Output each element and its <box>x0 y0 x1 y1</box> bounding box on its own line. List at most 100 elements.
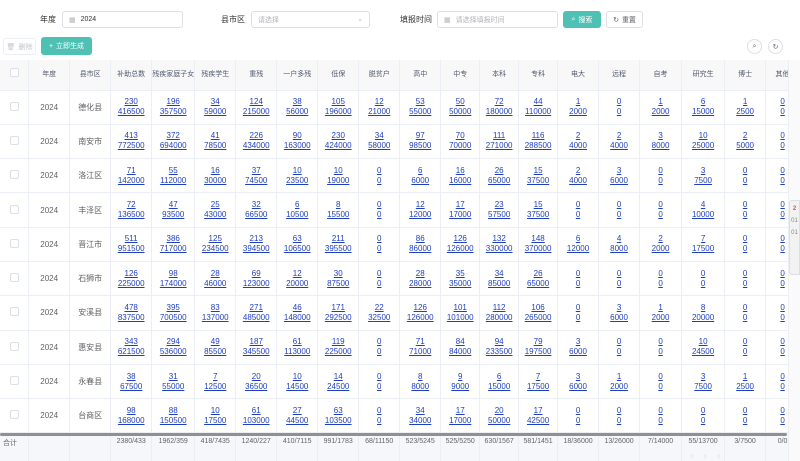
count-link[interactable]: 226 <box>236 131 276 141</box>
amount-link[interactable]: 0 <box>359 279 399 289</box>
count-link[interactable]: 26 <box>480 166 517 176</box>
count-link[interactable]: 46 <box>277 303 317 313</box>
amount-link[interactable]: 163000 <box>277 141 317 151</box>
amount-link[interactable]: 2000 <box>640 244 681 254</box>
count-link[interactable]: 84 <box>441 337 478 347</box>
amount-link[interactable]: 30000 <box>195 176 235 186</box>
count-link[interactable]: 0 <box>766 372 788 382</box>
count-link[interactable]: 0 <box>640 269 681 279</box>
amount-link[interactable]: 136500 <box>111 210 151 220</box>
amount-link[interactable]: 103000 <box>236 416 276 426</box>
amount-link[interactable]: 234500 <box>195 244 235 254</box>
amount-link[interactable]: 7500 <box>682 176 724 186</box>
count-link[interactable]: 372 <box>152 131 194 141</box>
amount-link[interactable]: 837500 <box>111 313 151 323</box>
count-link[interactable]: 63 <box>277 234 317 244</box>
count-link[interactable]: 20 <box>480 406 517 416</box>
count-link[interactable]: 0 <box>359 200 399 210</box>
count-link[interactable]: 1 <box>640 97 681 107</box>
amount-link[interactable]: 67500 <box>111 382 151 392</box>
count-link[interactable]: 196 <box>152 97 194 107</box>
count-link[interactable]: 271 <box>236 303 276 313</box>
amount-link[interactable]: 42500 <box>519 416 556 426</box>
amount-link[interactable]: 12500 <box>195 382 235 392</box>
count-link[interactable]: 72 <box>111 200 151 210</box>
amount-link[interactable]: 126000 <box>400 313 440 323</box>
table-row[interactable]: 2024 台商区 98 168000 88 150500 10 17500 61 103000 27… <box>0 398 788 434</box>
count-link[interactable]: 49 <box>195 337 235 347</box>
row-checkbox[interactable] <box>9 170 19 180</box>
amount-link[interactable]: 59000 <box>195 107 235 117</box>
table-row[interactable]: 2024 晋江市 511 951500 386 717000 125 234500 213 394… <box>0 227 788 262</box>
count-link[interactable]: 90 <box>277 131 317 141</box>
count-link[interactable]: 8 <box>318 200 358 210</box>
amount-link[interactable]: 0 <box>558 313 598 323</box>
count-link[interactable]: 0 <box>359 166 399 176</box>
count-link[interactable]: 3 <box>599 303 639 313</box>
amount-link[interactable]: 0 <box>359 347 399 357</box>
amount-link[interactable]: 0 <box>766 244 788 254</box>
amount-link[interactable]: 0 <box>640 382 681 392</box>
amount-link[interactable]: 395500 <box>318 244 358 254</box>
select-all-checkbox[interactable] <box>9 68 19 78</box>
amount-link[interactable]: 126000 <box>441 244 478 254</box>
count-link[interactable]: 35 <box>441 269 478 279</box>
amount-link[interactable]: 225000 <box>111 279 151 289</box>
count-link[interactable]: 38 <box>277 97 317 107</box>
amount-link[interactable]: 0 <box>640 347 681 357</box>
count-link[interactable]: 0 <box>599 97 639 107</box>
count-link[interactable]: 0 <box>725 337 765 347</box>
amount-link[interactable]: 0 <box>766 382 788 392</box>
amount-link[interactable]: 0 <box>682 416 724 426</box>
count-link[interactable]: 98 <box>111 406 151 416</box>
amount-link[interactable]: 0 <box>725 244 765 254</box>
amount-link[interactable]: 58000 <box>359 141 399 151</box>
count-link[interactable]: 395 <box>152 303 194 313</box>
count-link[interactable]: 12 <box>359 97 399 107</box>
count-link[interactable]: 230 <box>111 97 151 107</box>
amount-link[interactable]: 19000 <box>318 176 358 186</box>
generate-button[interactable]: + 立即生成 <box>41 37 92 55</box>
count-link[interactable]: 12 <box>400 200 440 210</box>
count-link[interactable]: 20 <box>236 372 276 382</box>
count-link[interactable]: 0 <box>682 269 724 279</box>
count-link[interactable]: 41 <box>195 131 235 141</box>
count-link[interactable]: 6 <box>480 372 517 382</box>
amount-link[interactable]: 85500 <box>195 347 235 357</box>
amount-link[interactable]: 4000 <box>558 141 598 151</box>
count-link[interactable]: 119 <box>318 337 358 347</box>
count-link[interactable]: 3 <box>682 166 724 176</box>
count-link[interactable]: 1 <box>558 97 598 107</box>
amount-link[interactable]: 10000 <box>682 210 724 220</box>
amount-link[interactable]: 9000 <box>441 382 478 392</box>
amount-link[interactable]: 536000 <box>152 347 194 357</box>
count-link[interactable]: 2 <box>558 166 598 176</box>
amount-link[interactable]: 0 <box>558 416 598 426</box>
count-link[interactable]: 10 <box>682 337 724 347</box>
count-link[interactable]: 0 <box>725 234 765 244</box>
amount-link[interactable]: 265000 <box>519 313 556 323</box>
amount-link[interactable]: 345500 <box>236 347 276 357</box>
count-link[interactable]: 171 <box>318 303 358 313</box>
amount-link[interactable]: 0 <box>599 416 639 426</box>
count-link[interactable]: 511 <box>111 234 151 244</box>
report-time-picker[interactable]: ▦ 请选择填报时间 <box>437 11 558 28</box>
count-link[interactable]: 47 <box>152 200 194 210</box>
amount-link[interactable]: 0 <box>359 176 399 186</box>
row-checkbox[interactable] <box>9 341 19 351</box>
count-link[interactable]: 14 <box>318 372 358 382</box>
count-link[interactable]: 88 <box>152 406 194 416</box>
count-link[interactable]: 6 <box>277 200 317 210</box>
count-link[interactable]: 2 <box>725 131 765 141</box>
count-link[interactable]: 478 <box>111 303 151 313</box>
amount-link[interactable]: 37500 <box>519 176 556 186</box>
floating-side-widget[interactable]: 2 01 01 <box>789 200 800 275</box>
count-link[interactable]: 0 <box>640 372 681 382</box>
count-link[interactable]: 31 <box>152 372 194 382</box>
amount-link[interactable]: 14500 <box>277 382 317 392</box>
count-link[interactable]: 0 <box>725 406 765 416</box>
amount-link[interactable]: 2000 <box>640 107 681 117</box>
amount-link[interactable]: 0 <box>766 347 788 357</box>
amount-link[interactable]: 168000 <box>111 416 151 426</box>
count-link[interactable]: 12 <box>277 269 317 279</box>
